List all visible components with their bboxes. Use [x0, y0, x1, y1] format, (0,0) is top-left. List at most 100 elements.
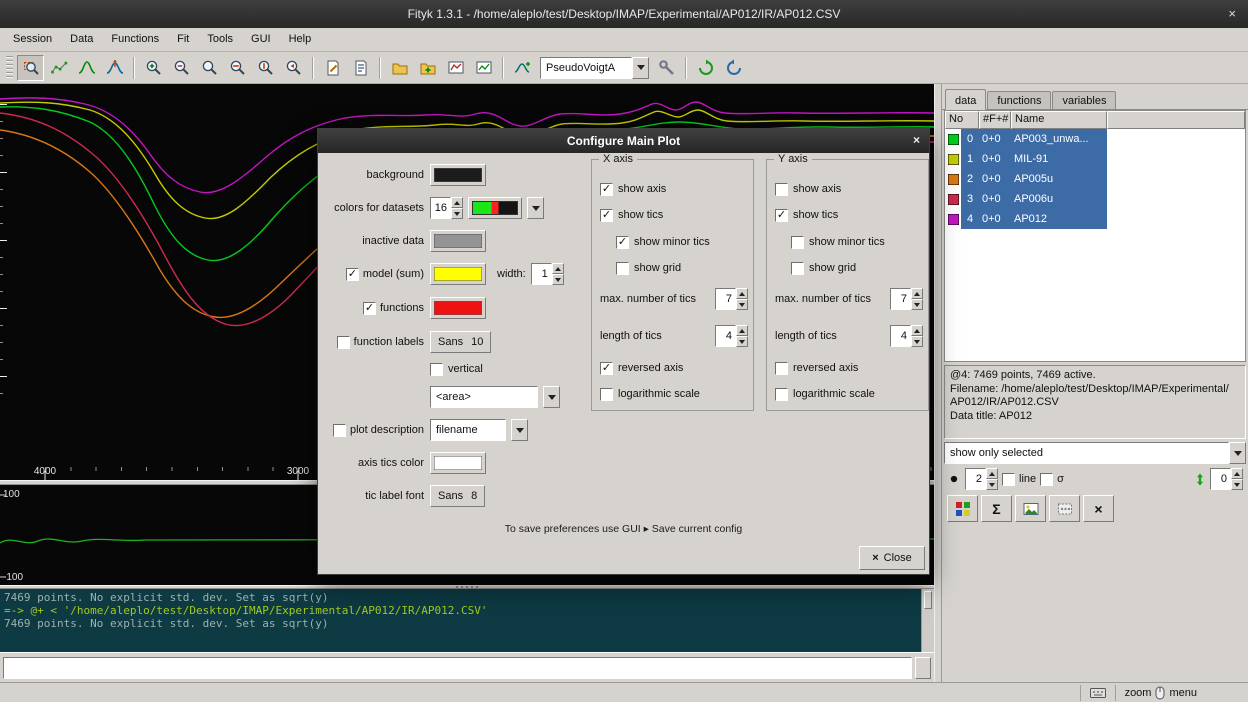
spin-down-icon[interactable] — [451, 208, 463, 219]
shift-spinner[interactable]: 0 — [1210, 468, 1243, 490]
zoom-out-button[interactable] — [168, 55, 195, 81]
settings-button[interactable] — [653, 55, 680, 81]
x-reversed-checkbox[interactable] — [600, 362, 613, 375]
zoom-vertical-button[interactable] — [252, 55, 279, 81]
header-name[interactable]: Name — [1011, 111, 1107, 129]
model-width-spinner[interactable]: 1 — [531, 263, 564, 285]
zoom-all-button[interactable] — [196, 55, 223, 81]
y-reversed-checkbox[interactable] — [775, 362, 788, 375]
spin-down-icon[interactable] — [1231, 479, 1243, 490]
line-checkbox[interactable] — [1002, 473, 1015, 486]
dataset-palette-button[interactable] — [468, 197, 522, 219]
chevron-down-icon[interactable] — [543, 386, 560, 408]
menu-fit[interactable]: Fit — [168, 28, 198, 51]
dataset-row[interactable]: 1 0+0 MIL-91 — [945, 149, 1245, 169]
plot-description-select[interactable]: filename — [430, 419, 506, 441]
menu-help[interactable]: Help — [280, 28, 321, 51]
x-show-minor-tics-checkbox[interactable] — [616, 236, 629, 249]
spin-up-icon[interactable] — [736, 288, 748, 299]
x-max-tics-spinner[interactable]: 7 — [715, 288, 748, 310]
dialog-close-button[interactable]: × Close — [859, 546, 925, 570]
menu-tools[interactable]: Tools — [198, 28, 242, 51]
spin-up-icon[interactable] — [911, 325, 923, 336]
dataset-filter-select[interactable]: show only selected — [944, 442, 1246, 464]
y-log-checkbox[interactable] — [775, 388, 788, 401]
x-show-grid-checkbox[interactable] — [616, 262, 629, 275]
function-labels-checkbox[interactable] — [337, 336, 350, 349]
tic-label-font-button[interactable]: Sans 8 — [430, 485, 485, 507]
sigma-checkbox[interactable] — [1040, 473, 1053, 486]
x-tics-length-spinner[interactable]: 4 — [715, 325, 748, 347]
sum-datasets-button[interactable]: Σ — [981, 495, 1012, 522]
y-tics-length-spinner[interactable]: 4 — [890, 325, 923, 347]
window-close-icon[interactable]: × — [1228, 6, 1236, 21]
tab-variables[interactable]: variables — [1052, 91, 1116, 109]
x-log-checkbox[interactable] — [600, 388, 613, 401]
x-show-tics-checkbox[interactable] — [600, 209, 613, 222]
zoom-horizontal-button[interactable] — [224, 55, 251, 81]
spin-up-icon[interactable] — [736, 325, 748, 336]
plot-description-checkbox[interactable] — [333, 424, 346, 437]
x-show-axis-checkbox[interactable] — [600, 183, 613, 196]
header-ff[interactable]: #F+# — [979, 111, 1011, 129]
drag-peak-mode-button[interactable] — [101, 55, 128, 81]
header-no[interactable]: No — [945, 111, 979, 129]
functions-color-button[interactable] — [430, 297, 486, 319]
chevron-down-icon[interactable] — [511, 419, 528, 441]
add-peak-mode-button[interactable] — [73, 55, 100, 81]
tab-functions[interactable]: functions — [987, 91, 1051, 109]
zoom-select-mode-button[interactable] — [17, 55, 44, 81]
dataset-colors-button[interactable] — [947, 495, 978, 522]
undo-fit-button[interactable] — [720, 55, 747, 81]
point-size-spinner[interactable]: 2 — [965, 468, 998, 490]
function-type-select[interactable]: PseudoVoigtA — [540, 57, 649, 79]
y-show-axis-checkbox[interactable] — [775, 183, 788, 196]
load-data-button[interactable] — [386, 55, 413, 81]
console-scrollbar[interactable] — [921, 589, 934, 652]
model-checkbox[interactable] — [346, 268, 359, 281]
session-log-button[interactable] — [347, 55, 374, 81]
entry-history-button[interactable] — [915, 657, 931, 679]
dataset-row[interactable]: 2 0+0 AP005u — [945, 169, 1245, 189]
append-data-button[interactable] — [414, 55, 441, 81]
axis-tics-color-button[interactable] — [430, 452, 486, 474]
output-console[interactable]: 7469 points. No explicit std. dev. Set a… — [0, 589, 934, 652]
menu-data[interactable]: Data — [61, 28, 102, 51]
sidebar-splitter[interactable] — [934, 84, 941, 682]
spin-down-icon[interactable] — [986, 479, 998, 490]
spin-up-icon[interactable] — [1231, 468, 1243, 479]
inactive-color-button[interactable] — [430, 230, 486, 252]
dialog-close-icon[interactable]: × — [913, 133, 920, 147]
run-fit-button[interactable] — [692, 55, 719, 81]
dialog-title-bar[interactable]: Configure Main Plot × — [318, 129, 929, 153]
model-color-button[interactable] — [430, 263, 486, 285]
data-editor-button[interactable] — [442, 55, 469, 81]
delete-dataset-button[interactable]: × — [1083, 495, 1114, 522]
y-max-tics-spinner[interactable]: 7 — [890, 288, 923, 310]
function-labels-font-button[interactable]: Sans 10 — [430, 331, 491, 353]
edit-init-script-button[interactable] — [319, 55, 346, 81]
chevron-down-icon[interactable] — [632, 57, 649, 79]
functions-checkbox[interactable] — [363, 302, 376, 315]
background-color-button[interactable] — [430, 164, 486, 186]
label-format-select[interactable]: <area> — [430, 386, 538, 408]
menu-functions[interactable]: Functions — [102, 28, 168, 51]
dataset-row[interactable]: 4 0+0 AP012 — [945, 209, 1245, 229]
spin-down-icon[interactable] — [911, 336, 923, 347]
spin-down-icon[interactable] — [736, 336, 748, 347]
menu-session[interactable]: Session — [4, 28, 61, 51]
save-image-button[interactable] — [470, 55, 497, 81]
data-range-mode-button[interactable] — [45, 55, 72, 81]
menu-gui[interactable]: GUI — [242, 28, 280, 51]
y-show-minor-tics-checkbox[interactable] — [791, 236, 804, 249]
previous-zoom-button[interactable] — [280, 55, 307, 81]
spin-up-icon[interactable] — [451, 197, 463, 208]
spin-down-icon[interactable] — [736, 299, 748, 310]
dataset-row[interactable]: 3 0+0 AP006u — [945, 189, 1245, 209]
toggle-inactive-button[interactable] — [1049, 495, 1080, 522]
dataset-colors-count-spinner[interactable]: 16 — [430, 197, 463, 219]
auto-add-peak-button[interactable] — [509, 55, 536, 81]
vertical-checkbox[interactable] — [430, 363, 443, 376]
command-input[interactable] — [3, 657, 912, 679]
spin-up-icon[interactable] — [911, 288, 923, 299]
